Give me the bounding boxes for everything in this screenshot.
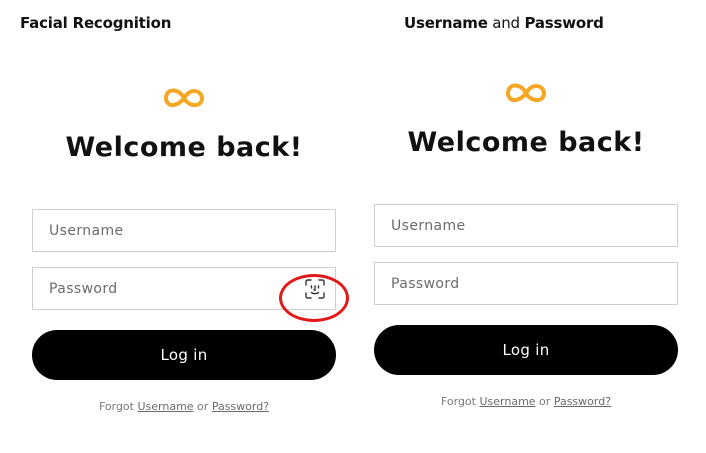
forgot-or: or [535,395,554,408]
caption-right-bold-2: Password [524,14,604,32]
username-input[interactable] [33,210,289,251]
password-field[interactable] [374,262,678,305]
forgot-prefix: Forgot [98,400,138,413]
welcome-heading: Welcome back! [65,132,303,163]
face-id-highlight-circle [279,274,349,322]
caption-right-bold-1: Username [404,14,488,32]
welcome-heading: Welcome back! [407,127,645,158]
forgot-credentials: Forgot Username or Password? [374,395,678,408]
infinity-icon [505,83,547,103]
username-field[interactable] [374,204,678,247]
forgot-prefix: Forgot [440,395,480,408]
forgot-username-link[interactable]: Username [137,400,193,413]
caption-username-password: Username and Password [404,14,604,32]
password-input[interactable] [375,263,631,304]
login-button[interactable]: Log in [32,330,336,380]
login-button[interactable]: Log in [374,325,678,375]
password-input[interactable] [33,268,289,309]
caption-left-text: Facial Recognition [20,14,172,32]
caption-facial-recognition: Facial Recognition [20,14,171,32]
infinity-icon [163,88,205,108]
forgot-password-link[interactable]: Password? [212,400,269,413]
username-input[interactable] [375,205,631,246]
caption-right-mid: and [487,14,525,32]
username-field[interactable] [32,209,336,252]
forgot-password-link[interactable]: Password? [554,395,611,408]
forgot-username-link[interactable]: Username [479,395,535,408]
forgot-or: or [193,400,212,413]
login-screen-facial: Welcome back! Log in Forgot Username or … [32,84,336,413]
forgot-credentials: Forgot Username or Password? [32,400,336,413]
login-screen-password: Welcome back! Log in Forgot Username or … [374,79,678,408]
